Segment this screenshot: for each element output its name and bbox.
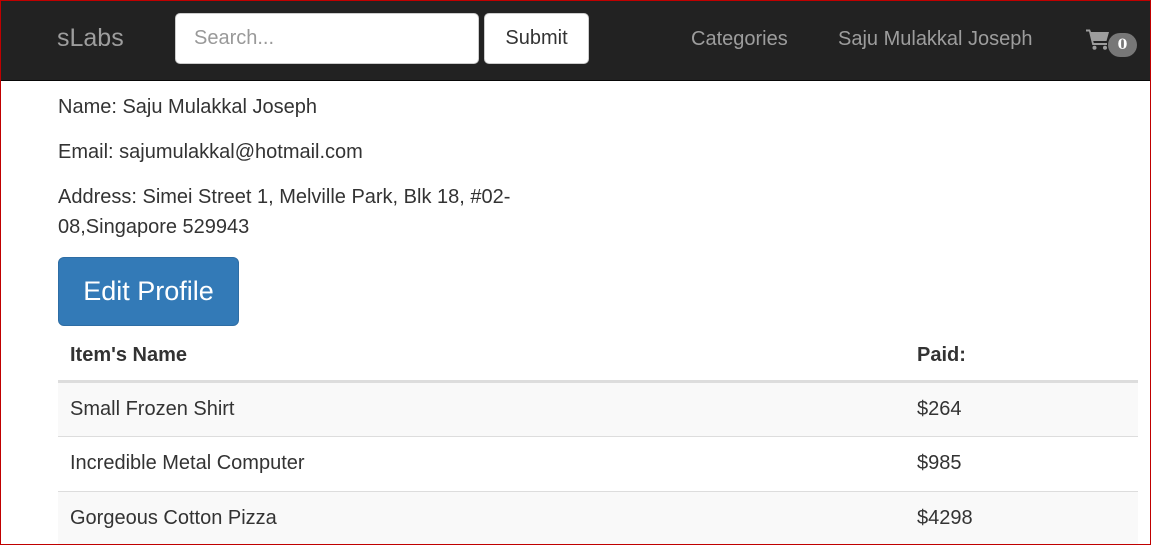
profile-email: Email: sajumulakkal@hotmail.com [58,141,363,163]
item-name-cell: Gorgeous Cotton Pizza [58,490,905,545]
nav-categories-link[interactable]: Categories [691,27,788,51]
item-name-cell: Incredible Metal Computer [58,435,905,491]
paid-cell: $264 [905,381,1138,436]
submit-button[interactable]: Submit [484,13,589,64]
cart-link[interactable]: 0 [1086,28,1141,60]
search-input[interactable] [175,13,479,64]
edit-profile-button[interactable]: Edit Profile [58,257,239,326]
table-row: Gorgeous Cotton Pizza $4298 [58,490,1138,545]
shopping-cart-icon [1086,29,1109,50]
column-header-paid: Paid: [905,331,1138,383]
orders-table: Item's Name Paid: Small Frozen Shirt $26… [58,331,1138,545]
brand-link[interactable]: sLabs [57,23,124,53]
top-navbar: sLabs Submit Categories Saju Mulakkal Jo… [0,0,1151,81]
table-header-row: Item's Name Paid: [58,331,1138,383]
paid-cell: $985 [905,435,1138,491]
profile-address: Address: Simei Street 1, Melville Park, … [58,186,511,238]
item-name-cell: Small Frozen Shirt [58,381,905,436]
paid-cell: $4298 [905,490,1138,545]
column-header-item-name: Item's Name [58,331,905,383]
table-row: Incredible Metal Computer $985 [58,435,1138,491]
cart-count-badge: 0 [1108,33,1137,57]
nav-user-link[interactable]: Saju Mulakkal Joseph [838,27,1033,51]
profile-name: Name: Saju Mulakkal Joseph [58,96,318,118]
table-row: Small Frozen Shirt $264 [58,381,1138,436]
